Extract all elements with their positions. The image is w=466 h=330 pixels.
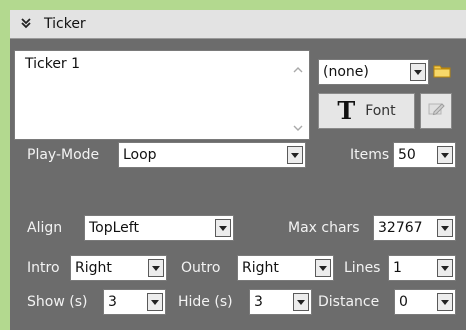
font-button[interactable]: T Font <box>318 93 415 129</box>
scroll-up-icon[interactable] <box>293 63 303 75</box>
edit-icon <box>427 100 445 122</box>
show-dropdown-button[interactable] <box>147 293 163 311</box>
outro-select[interactable]: Right <box>237 255 334 281</box>
items-select[interactable]: 50 <box>393 142 456 168</box>
items-label: Items <box>350 147 390 163</box>
align-label: Align <box>27 220 63 236</box>
intro-label: Intro <box>27 260 60 276</box>
intro-select[interactable]: Right <box>70 255 167 281</box>
source-select[interactable]: (none) <box>318 59 429 85</box>
lines-dropdown-button[interactable] <box>437 259 453 277</box>
play-mode-select[interactable]: Loop <box>118 142 306 168</box>
items-dropdown-button[interactable] <box>437 146 453 164</box>
align-dropdown-button[interactable] <box>215 219 231 237</box>
distance-label: Distance <box>318 294 380 310</box>
align-select[interactable]: TopLeft <box>84 215 234 241</box>
max-chars-dropdown-button[interactable] <box>437 219 453 237</box>
lines-label: Lines <box>344 260 381 276</box>
hide-dropdown-button[interactable] <box>293 293 309 311</box>
max-chars-select[interactable]: 32767 <box>373 215 456 241</box>
show-select[interactable]: 3 <box>103 289 166 315</box>
font-button-label: Font <box>365 103 396 119</box>
source-dropdown-button[interactable] <box>410 63 426 81</box>
distance-dropdown-button[interactable] <box>437 293 453 311</box>
show-label: Show (s) <box>27 294 88 310</box>
font-T-icon: T <box>337 96 356 125</box>
hide-label: Hide (s) <box>178 294 233 310</box>
folder-icon[interactable] <box>433 64 451 78</box>
outro-label: Outro <box>181 260 221 276</box>
ticker-text-area[interactable]: Ticker 1 <box>14 50 310 140</box>
align-value: TopLeft <box>89 220 139 236</box>
panel-title: Ticker <box>44 16 86 32</box>
scroll-down-icon[interactable] <box>293 121 303 133</box>
play-mode-value: Loop <box>123 147 157 163</box>
intro-dropdown-button[interactable] <box>148 259 164 277</box>
chevron-double-down-icon[interactable] <box>20 17 34 32</box>
play-mode-dropdown-button[interactable] <box>287 146 303 164</box>
play-mode-label: Play-Mode <box>27 147 100 163</box>
hide-select[interactable]: 3 <box>249 289 312 315</box>
ticker-text: Ticker 1 <box>25 56 81 72</box>
lines-select[interactable]: 1 <box>388 255 456 281</box>
panel-header[interactable]: Ticker <box>10 10 466 39</box>
edit-button[interactable] <box>420 93 452 129</box>
distance-select[interactable]: 0 <box>394 289 456 315</box>
outro-dropdown-button[interactable] <box>315 259 331 277</box>
max-chars-label: Max chars <box>288 220 360 236</box>
